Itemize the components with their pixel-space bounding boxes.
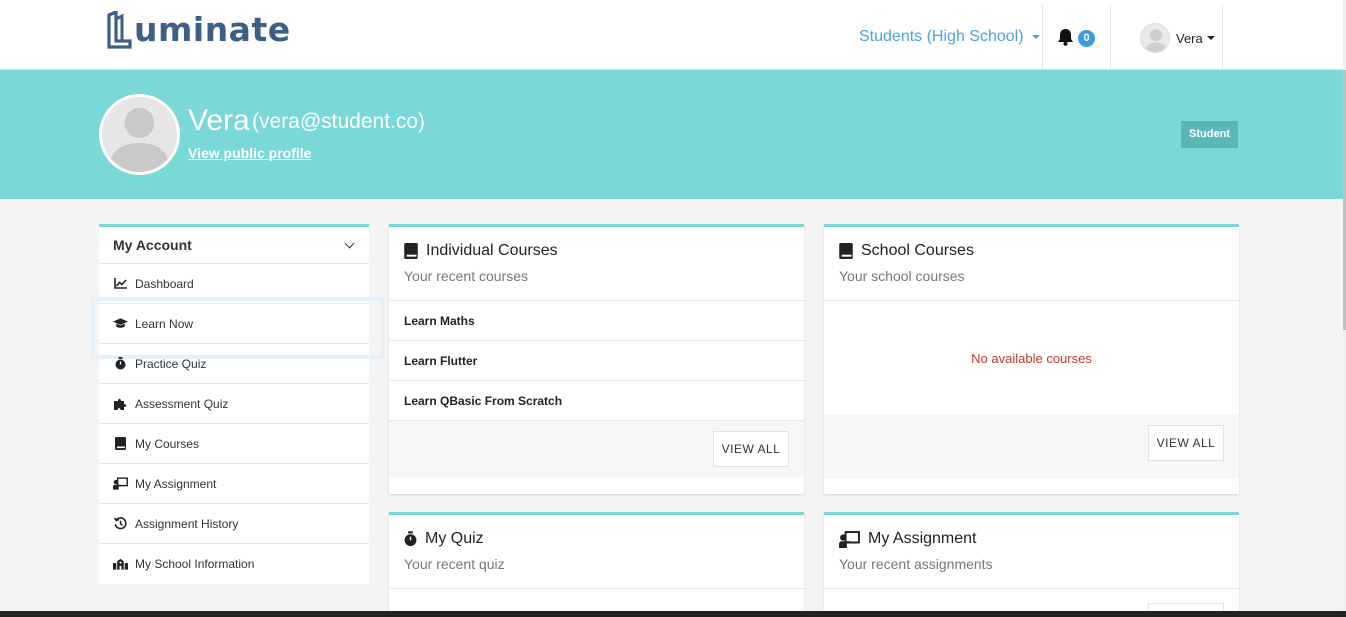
card-title-row: School Courses (839, 242, 1224, 260)
card-title: My Quiz (425, 530, 484, 547)
profile-avatar (99, 94, 180, 175)
user-silhouette-icon (1144, 29, 1168, 52)
my-assignment-card: My Assignment Your recent assignments (824, 512, 1239, 614)
history-icon (113, 517, 128, 531)
puzzle-icon (113, 397, 128, 411)
sidebar-item-label: Practice Quiz (135, 356, 207, 371)
profile-name: Vera (188, 104, 250, 137)
card-title-row: Individual Courses (404, 242, 789, 260)
stopwatch-icon (404, 531, 417, 547)
school-courses-card: School Courses Your school courses No av… (824, 224, 1239, 494)
course-item[interactable]: Learn QBasic From Scratch (389, 381, 804, 421)
stopwatch-icon (113, 357, 128, 371)
nav-divider (1042, 5, 1043, 69)
luminate-logo[interactable]: uminate (106, 8, 291, 52)
bell-icon (1058, 29, 1073, 46)
avatar (1140, 23, 1170, 53)
view-public-profile-link[interactable]: View public profile (188, 145, 311, 161)
profile-email: (vera@student.co) (252, 110, 426, 133)
sidebar-item-label: Dashboard (135, 276, 194, 291)
card-title-row: My Assignment (839, 530, 1224, 548)
card-footer: VIEW ALL (389, 421, 804, 477)
sidebar-item-assessment-quiz[interactable]: Assessment Quiz (99, 384, 369, 424)
card-subtitle: Your recent courses (404, 268, 528, 284)
sidebar-item-practice-quiz[interactable]: Practice Quiz (99, 344, 369, 384)
card-footer: VIEW ALL (824, 415, 1239, 479)
graduation-cap-icon (113, 317, 128, 331)
my-quiz-card: My Quiz Your recent quiz (389, 512, 804, 611)
sidebar-item-dashboard[interactable]: Dashboard (99, 264, 369, 304)
role-selector-dropdown[interactable]: Students (High School) (859, 28, 1040, 46)
chevron-down-icon (344, 238, 355, 248)
card-subtitle: Your recent assignments (839, 556, 993, 572)
account-sidebar: My Account Dashboard Learn Now Practice … (91, 224, 385, 584)
sidebar-item-label: Assignment History (135, 516, 239, 531)
logo-text: uminate (134, 10, 291, 49)
sidebar-item-my-school-information[interactable]: My School Information (99, 544, 369, 584)
course-item[interactable]: Learn Flutter (389, 341, 804, 381)
sidebar-item-assignment-history[interactable]: Assignment History (99, 504, 369, 544)
card-header: My Assignment Your recent assignments (824, 515, 1239, 589)
notifications-button[interactable]: 0 (1057, 28, 1097, 50)
card-title: School Courses (861, 242, 974, 259)
user-name: Vera (1176, 30, 1203, 46)
user-silhouette-icon (108, 108, 171, 172)
window-bottom-edge (0, 611, 1346, 617)
sidebar-item-my-assignment[interactable]: My Assignment (99, 464, 369, 504)
card-subtitle: Your recent quiz (404, 556, 505, 572)
sidebar-item-label: My School Information (135, 557, 255, 571)
role-badge: Student (1181, 121, 1238, 148)
view-all-school-courses-button[interactable]: VIEW ALL (1148, 425, 1224, 461)
card-subtitle: Your school courses (839, 268, 965, 284)
empty-state-message: No available courses (971, 350, 1092, 366)
school-icon (113, 557, 128, 571)
card-title-row: My Quiz (404, 530, 789, 548)
role-selector-label: Students (High School) (859, 28, 1024, 45)
book-icon (113, 437, 128, 451)
my-account-toggle[interactable]: My Account (99, 227, 369, 264)
notification-count-badge: 0 (1078, 30, 1095, 47)
sidebar-item-label: My Courses (135, 436, 200, 451)
individual-courses-card: Individual Courses Your recent courses L… (389, 224, 804, 494)
sidebar-item-learn-now[interactable]: Learn Now (91, 297, 385, 359)
book-icon (839, 243, 853, 259)
nav-divider (1110, 5, 1111, 69)
course-item[interactable]: Learn Maths (389, 301, 804, 341)
sidebar-item-my-courses[interactable]: My Courses (99, 424, 369, 464)
sidebar-item-label: Learn Now (135, 316, 194, 331)
caret-down-icon (1206, 36, 1215, 40)
card-title: Individual Courses (426, 242, 558, 259)
chalkboard-teacher-icon (839, 530, 860, 548)
card-header: School Courses Your school courses (824, 227, 1239, 301)
view-all-courses-button[interactable]: VIEW ALL (713, 431, 789, 467)
chart-line-icon (113, 277, 128, 291)
top-navbar: uminate Students (High School) 0 Vera (0, 0, 1346, 70)
sidebar-item-label: Assessment Quiz (135, 396, 229, 411)
user-menu-dropdown[interactable]: Vera (1140, 23, 1215, 53)
caret-down-icon (1031, 35, 1040, 39)
logo-mark-icon (107, 11, 132, 49)
nav-divider (1222, 5, 1223, 69)
sidebar-item-label: My Assignment (135, 476, 217, 491)
sidebar-heading: My Account (113, 237, 192, 253)
book-icon (404, 243, 418, 259)
chalkboard-teacher-icon (113, 477, 128, 491)
card-title: My Assignment (868, 530, 977, 547)
profile-banner: Vera (vera@student.co) View public profi… (0, 70, 1346, 199)
card-header: My Quiz Your recent quiz (389, 515, 804, 589)
card-header: Individual Courses Your recent courses (389, 227, 804, 301)
